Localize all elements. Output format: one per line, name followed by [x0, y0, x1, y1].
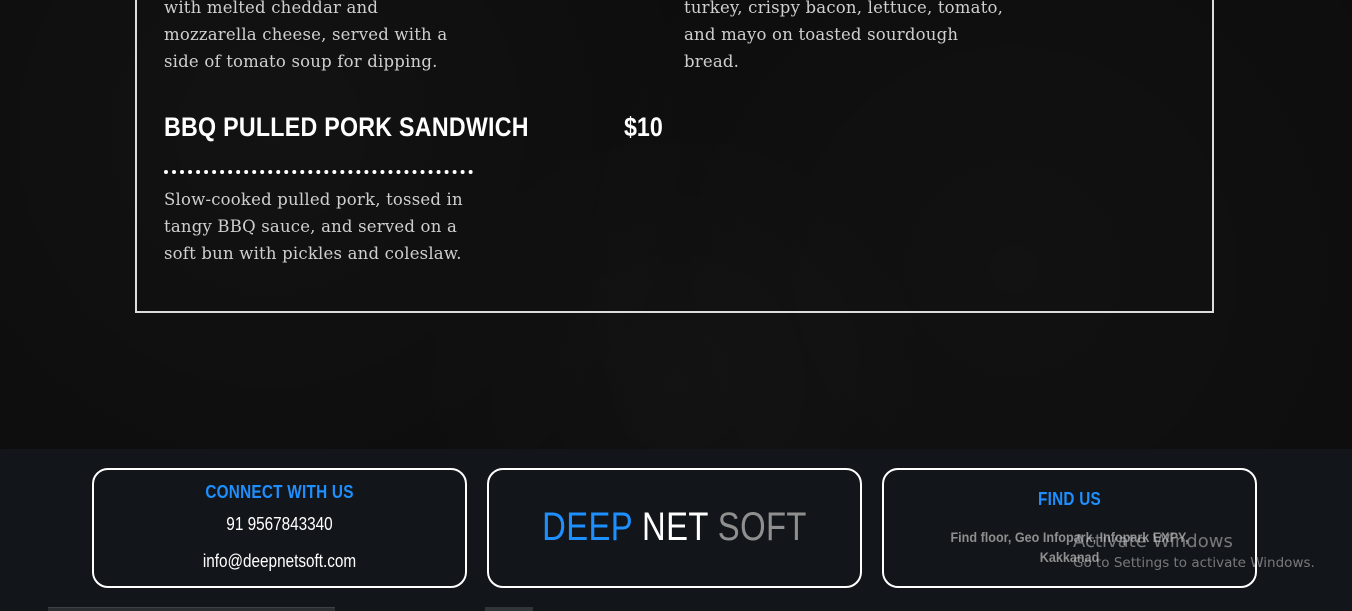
find-title: FIND US: [1037, 489, 1101, 509]
item-description-top-right: turkey, crispy bacon, lettuce, tomato, a…: [684, 0, 1004, 71]
dotted-divider: [164, 170, 473, 174]
brand-logo[interactable]: DEEP NET SOFT: [522, 505, 826, 550]
activation-watermark: Activate Windows Go to Settings to activ…: [1073, 531, 1315, 571]
scrollbar-track[interactable]: [48, 607, 335, 611]
menu-item-price: $10: [624, 112, 663, 142]
scrollbar-thumb[interactable]: [485, 607, 533, 611]
item-description-top-left: with melted cheddar and mozzarella chees…: [164, 0, 448, 71]
menu-item-description: Slow-cooked pulled pork, tossed in tangy…: [164, 190, 463, 263]
connect-title: CONNECT WITH US: [205, 482, 354, 502]
watermark-title: Activate Windows: [1073, 531, 1233, 552]
brand-soft: SOFT: [717, 505, 807, 549]
brand-card: DEEP NET SOFT: [487, 468, 862, 588]
menu-section: with melted cheddar and mozzarella chees…: [0, 0, 1352, 449]
brand-net: NET: [642, 505, 709, 549]
phone-link[interactable]: 91 9567843340: [122, 514, 437, 535]
email-link[interactable]: info@deepnetsoft.com: [122, 551, 437, 572]
menu-item-name: BBQ PULLED PORK SANDWICH: [164, 112, 529, 142]
brand-deep: DEEP: [542, 505, 633, 549]
connect-card: CONNECT WITH US 91 9567843340 info@deepn…: [92, 468, 467, 588]
watermark-subtitle: Go to Settings to activate Windows.: [1073, 555, 1315, 571]
